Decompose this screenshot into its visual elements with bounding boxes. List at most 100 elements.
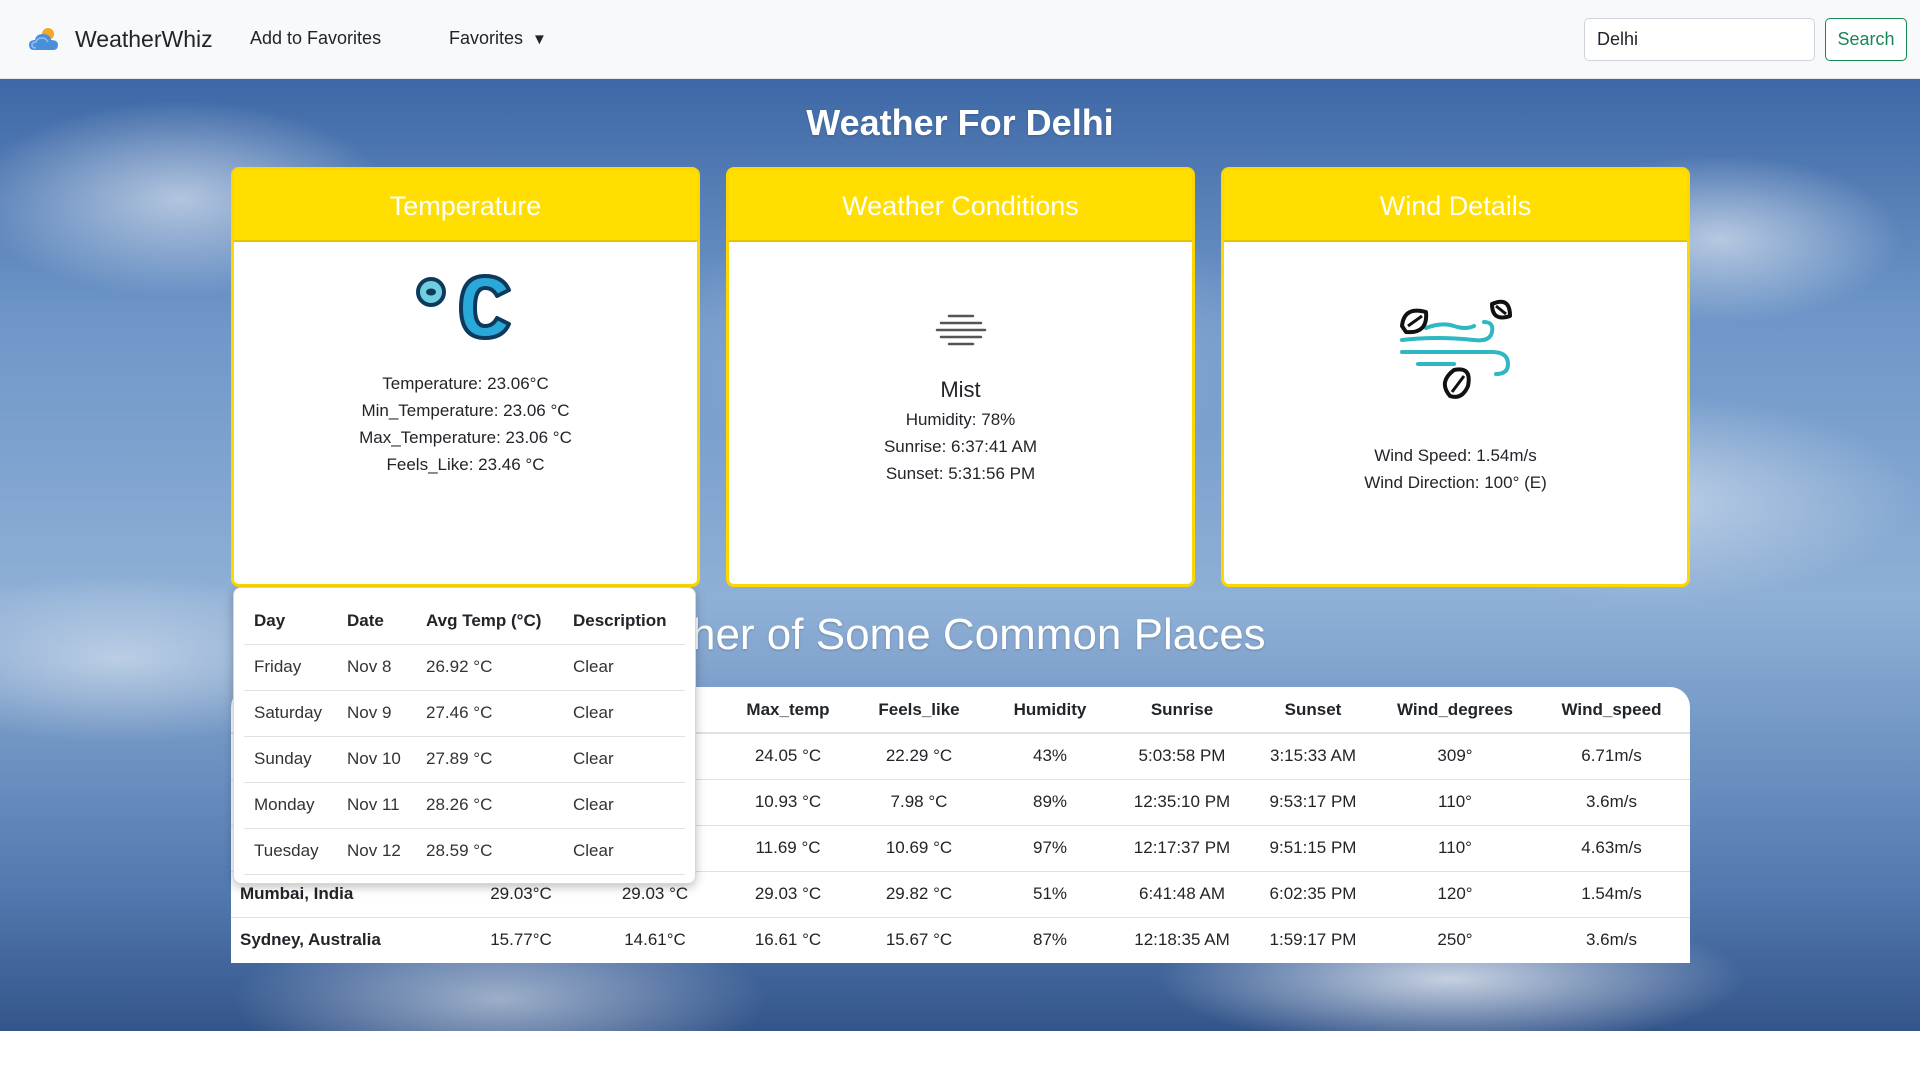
forecast-date: Nov 11 [337, 782, 416, 829]
search-button[interactable]: Search [1825, 18, 1907, 61]
table-cell: 15.67 °C [853, 917, 985, 963]
table-cell: 1.54m/s [1533, 871, 1690, 918]
forecast-popover: Day Date Avg Temp (°C) Description Frida… [233, 587, 696, 884]
table-cell: 3:15:33 AM [1249, 733, 1377, 780]
table-cell: 3.6m/s [1533, 779, 1690, 826]
table-cell: 110° [1377, 779, 1533, 826]
forecast-description: Clear [563, 782, 685, 829]
conditions-card-header: Weather Conditions [729, 170, 1192, 242]
favorites-dropdown[interactable]: Favorites ▼ [449, 28, 547, 49]
forecast-row: Friday Nov 8 26.92 °C Clear [244, 644, 685, 691]
forecast-table: Day Date Avg Temp (°C) Description Frida… [244, 598, 685, 875]
table-cell: 6:02:35 PM [1249, 871, 1377, 918]
column-header: Day [244, 598, 337, 645]
add-to-favorites-link[interactable]: Add to Favorites [250, 28, 381, 49]
wind-details-card: Wind Details Wind Speed: 1.54m/s Wind Di… [1221, 167, 1690, 587]
forecast-header-row: Day Date Avg Temp (°C) Description [244, 598, 685, 645]
sunrise-value: Sunrise: 6:37:41 AM [883, 437, 1038, 456]
column-header: Wind_degrees [1377, 687, 1533, 734]
min-temperature-value: Min_Temperature: 23.06 °C [361, 401, 570, 420]
forecast-row: Monday Nov 11 28.26 °C Clear [244, 782, 685, 829]
temperature-card-header: Temperature [234, 170, 697, 242]
forecast-date: Nov 8 [337, 644, 416, 691]
forecast-day: Monday [244, 782, 337, 829]
max-temperature-value: Max_Temperature: 23.06 °C [359, 428, 572, 447]
forecast-date: Nov 9 [337, 690, 416, 737]
table-cell: 97% [985, 825, 1115, 872]
table-cell: 43% [985, 733, 1115, 780]
table-cell: 87% [985, 917, 1115, 963]
forecast-description: Clear [563, 690, 685, 737]
caret-down-icon: ▼ [532, 31, 547, 48]
table-cell: 12:17:37 PM [1115, 825, 1249, 872]
table-cell: 89% [985, 779, 1115, 826]
table-cell: Sydney, Australia [231, 917, 455, 963]
top-navbar: WeatherWhiz Add to Favorites Favorites ▼… [0, 0, 1920, 79]
forecast-description: Clear [563, 644, 685, 691]
forecast-avg-temp: 28.59 °C [416, 828, 563, 875]
column-header: Max_temp [723, 687, 853, 734]
table-cell: 51% [985, 871, 1115, 918]
temperature-card-body: Temperature: 23.06°C Min_Temperature: 23… [234, 272, 697, 478]
wind-card-body: Wind Speed: 1.54m/s Wind Direction: 100°… [1224, 292, 1687, 496]
column-header: Humidity [985, 687, 1115, 734]
wind-direction-value: Wind Direction: 100° (E) [1364, 473, 1547, 492]
forecast-row: Sunday Nov 10 27.89 °C Clear [244, 736, 685, 783]
brand[interactable]: WeatherWhiz [27, 24, 213, 54]
brand-name: WeatherWhiz [75, 25, 213, 52]
sunset-value: Sunset: 5:31:56 PM [885, 464, 1036, 483]
column-header: Sunrise [1115, 687, 1249, 734]
feels-like-value: Feels_Like: 23.46 °C [386, 455, 545, 474]
column-header: Description [563, 598, 685, 645]
table-cell: 29.03 °C [723, 871, 853, 918]
humidity-value: Humidity: 78% [905, 410, 1016, 429]
forecast-row: Saturday Nov 9 27.46 °C Clear [244, 690, 685, 737]
temperature-value: Temperature: 23.06°C [382, 374, 549, 393]
condition-description: Mist [940, 377, 981, 402]
table-cell: 1:59:17 PM [1249, 917, 1377, 963]
forecast-date: Nov 12 [337, 828, 416, 875]
table-cell: 14.61°C [587, 917, 723, 963]
temperature-card: Temperature Temperature: 23.06°C Min_Tem… [231, 167, 700, 587]
city-search-input[interactable] [1584, 18, 1815, 61]
table-cell: 10.93 °C [723, 779, 853, 826]
table-cell: 120° [1377, 871, 1533, 918]
column-header: Date [337, 598, 416, 645]
wind-details: Wind Speed: 1.54m/s Wind Direction: 100°… [1224, 442, 1687, 496]
cloud-sun-icon [29, 28, 58, 50]
forecast-date: Nov 10 [337, 736, 416, 783]
conditions-details: Humidity: 78% Sunrise: 6:37:41 AM Sunset… [729, 406, 1192, 487]
wind-leaves-icon [1399, 299, 1512, 399]
table-cell: 22.29 °C [853, 733, 985, 780]
table-cell: 10.69 °C [853, 825, 985, 872]
forecast-description: Clear [563, 828, 685, 875]
forecast-avg-temp: 26.92 °C [416, 644, 563, 691]
forecast-avg-temp: 28.26 °C [416, 782, 563, 829]
table-cell: 12:35:10 PM [1115, 779, 1249, 826]
forecast-day: Sunday [244, 736, 337, 783]
forecast-row: Tuesday Nov 12 28.59 °C Clear [244, 828, 685, 875]
table-cell: 9:53:17 PM [1249, 779, 1377, 826]
column-header: Wind_speed [1533, 687, 1690, 734]
table-cell: 250° [1377, 917, 1533, 963]
table-cell: 309° [1377, 733, 1533, 780]
table-cell: 12:18:35 AM [1115, 917, 1249, 963]
table-cell: 24.05 °C [723, 733, 853, 780]
column-header: Avg Temp (°C) [416, 598, 563, 645]
forecast-description: Clear [563, 736, 685, 783]
wind-card-header: Wind Details [1224, 170, 1687, 242]
page-title: Weather For Delhi [806, 102, 1114, 143]
forecast-day: Saturday [244, 690, 337, 737]
forecast-day: Tuesday [244, 828, 337, 875]
table-cell: 5:03:58 PM [1115, 733, 1249, 780]
mist-icon [935, 314, 986, 346]
column-header: Sunset [1249, 687, 1377, 734]
table-cell: 11.69 °C [723, 825, 853, 872]
weather-conditions-card: Weather Conditions Mist Humidity: 78% Su… [726, 167, 1195, 587]
forecast-day: Friday [244, 644, 337, 691]
table-cell: 3.6m/s [1533, 917, 1690, 963]
table-cell: 6:41:48 AM [1115, 871, 1249, 918]
table-cell: 6.71m/s [1533, 733, 1690, 780]
forecast-avg-temp: 27.46 °C [416, 690, 563, 737]
table-row: Sydney, Australia 15.77°C 14.61°C 16.61 … [231, 917, 1690, 963]
